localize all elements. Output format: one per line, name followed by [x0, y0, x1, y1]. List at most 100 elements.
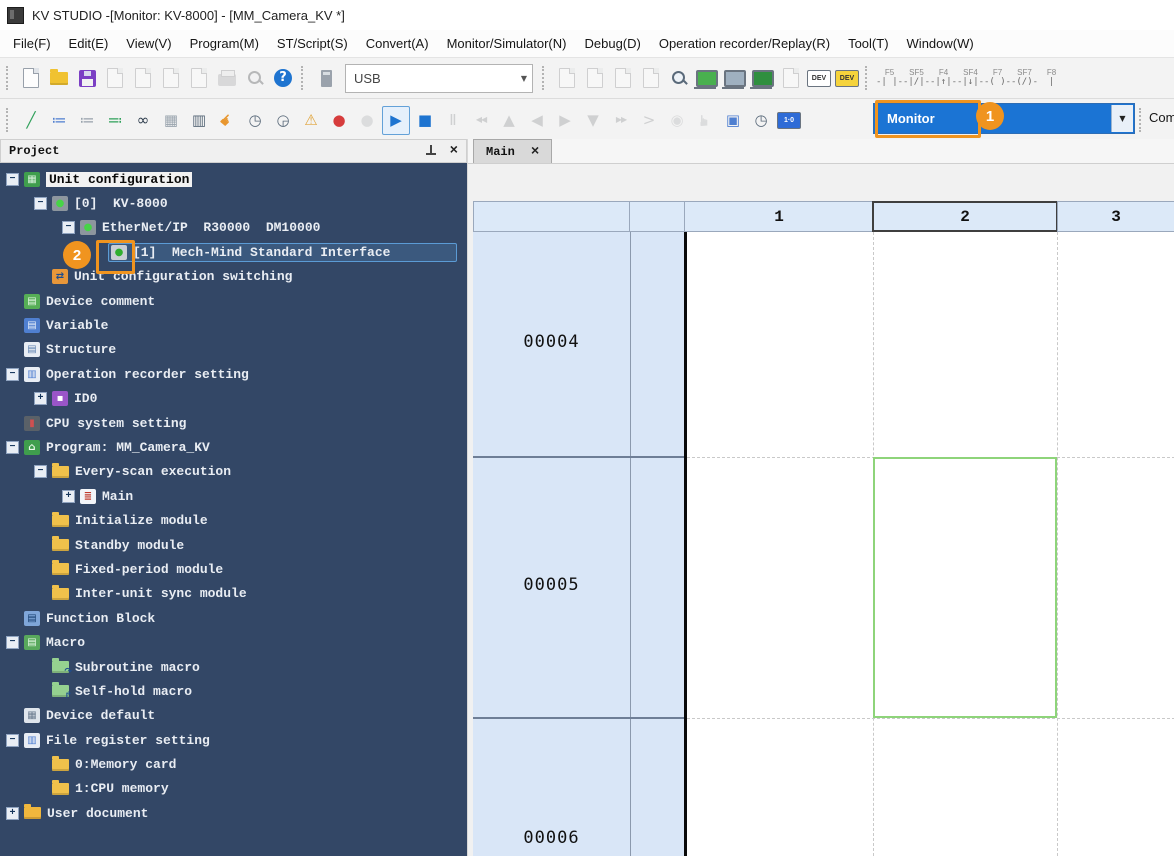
write-to-plc[interactable]	[582, 65, 608, 92]
editor-mode[interactable]	[694, 65, 720, 92]
replay-top[interactable]: ▲	[496, 107, 522, 134]
column-header-3[interactable]: 3	[1057, 201, 1174, 232]
ladder-instruction-f5[interactable]: F5-| |-	[876, 63, 903, 93]
expand-icon[interactable]: +	[34, 392, 47, 405]
device-value-read[interactable]: DEV	[806, 65, 832, 92]
tree-item-memory-card[interactable]: 0:Memory card	[0, 752, 467, 776]
timing-chart[interactable]: 1·0	[776, 107, 802, 134]
replay-rewind[interactable]: ◀◀	[468, 107, 494, 134]
ladder-instruction-f4[interactable]: F4-|↑|-	[930, 63, 957, 93]
menu-program-m[interactable]: Program(M)	[181, 33, 268, 54]
save-as[interactable]	[102, 65, 128, 92]
monitor-cursor[interactable]: ▣	[720, 107, 746, 134]
monitor-view[interactable]: ∞	[130, 107, 156, 134]
transfer-monitor[interactable]	[638, 65, 664, 92]
monitor-alert[interactable]: ⚠	[298, 107, 324, 134]
tree-item-operation-recorder-setting[interactable]: −▥Operation recorder setting	[0, 362, 467, 386]
replay-pause[interactable]: Ⅱ	[440, 107, 466, 134]
tree-item-kv-8000[interactable]: −●[0] KV-8000	[0, 191, 467, 215]
menu-window-w[interactable]: Window(W)	[898, 33, 983, 54]
tree-item-fixed-period-module[interactable]: Fixed-period module	[0, 557, 467, 581]
tree-item-device-comment[interactable]: ▤Device comment	[0, 289, 467, 313]
tree-item-structure[interactable]: ▤Structure	[0, 338, 467, 362]
replay-marker[interactable]: ◉	[664, 107, 690, 134]
tree-item-unit-configuration[interactable]: −▦Unit configuration	[0, 167, 467, 191]
tree-item-macro[interactable]: −▤Macro	[0, 630, 467, 654]
pause-hand[interactable]: ☛	[692, 107, 718, 134]
ladder-edit-mode[interactable]: ╱	[18, 107, 44, 134]
column-header-1[interactable]: 1	[684, 201, 874, 232]
save-project[interactable]	[74, 65, 100, 92]
comment-edit[interactable]: ≕	[102, 107, 128, 134]
tree-item-initialize-module[interactable]: Initialize module	[0, 508, 467, 532]
tree-item-function-block[interactable]: ▤Function Block	[0, 606, 467, 630]
tree-item-every-scan-execution[interactable]: −Every-scan execution	[0, 460, 467, 484]
dropdown-arrow-icon[interactable]: ▼	[521, 74, 527, 83]
replay-bottom[interactable]: ▼	[580, 107, 606, 134]
collapse-icon[interactable]: −	[6, 441, 19, 454]
close-panel-icon[interactable]: ×	[450, 144, 458, 158]
comm-port-dropdown[interactable]: USB▼	[345, 64, 533, 93]
menu-view-v[interactable]: View(V)	[117, 33, 180, 54]
unit-monitor[interactable]: ▥	[186, 107, 212, 134]
menu-st-script-s[interactable]: ST/Script(S)	[268, 33, 357, 54]
menu-debug-d[interactable]: Debug(D)	[575, 33, 649, 54]
tree-item-cpu-system-setting[interactable]: ▮CPU system setting	[0, 411, 467, 435]
new-project[interactable]	[18, 65, 44, 92]
ladder-instruction-f7[interactable]: F7-( )-	[984, 63, 1011, 93]
print-preview[interactable]	[242, 65, 268, 92]
export[interactable]	[186, 65, 212, 92]
tree-item-variable[interactable]: ▤Variable	[0, 313, 467, 337]
device-comment-list[interactable]: ≔	[46, 107, 72, 134]
device-value-write[interactable]: DEV	[834, 65, 860, 92]
tree-item-inter-unit-sync-module[interactable]: Inter-unit sync module	[0, 582, 467, 606]
monitor-mode[interactable]	[666, 65, 692, 92]
tree-item-id0[interactable]: +▪ID0	[0, 387, 467, 411]
rung-number-00005[interactable]: 00005	[473, 575, 630, 595]
collapse-icon[interactable]: −	[6, 636, 19, 649]
dropdown-arrow-icon[interactable]: ▼	[1111, 105, 1133, 132]
touch-operation[interactable]: ☛	[214, 107, 240, 134]
tree-item-subroutine-macro[interactable]: ↷Subroutine macro	[0, 655, 467, 679]
tree-item-ethernet-ip[interactable]: −●EtherNet/IP R30000 DM10000	[0, 216, 467, 240]
watch-log[interactable]: ◶	[270, 107, 296, 134]
read-from-plc[interactable]	[554, 65, 580, 92]
simulator-editor[interactable]	[750, 65, 776, 92]
help[interactable]: ?	[270, 65, 296, 92]
menu-convert-a[interactable]: Convert(A)	[357, 33, 438, 54]
tree-item-self-hold-macro[interactable]: ↱Self-hold macro	[0, 679, 467, 703]
collapse-icon[interactable]: −	[6, 734, 19, 747]
tree-item-cpu-memory[interactable]: 1:CPU memory	[0, 777, 467, 801]
expand-icon[interactable]: +	[62, 490, 75, 503]
column-header-2[interactable]: 2	[872, 201, 1058, 232]
collapse-icon[interactable]: −	[34, 465, 47, 478]
menu-file-f[interactable]: File(F)	[4, 33, 60, 54]
mnemonic-view[interactable]: ▦	[158, 107, 184, 134]
ladder-instruction-sf5[interactable]: SF5-|/|-	[903, 63, 930, 93]
tree-item-main-program[interactable]: +≣Main	[0, 484, 467, 508]
ladder-instruction-sf4[interactable]: SF4-|↓|-	[957, 63, 984, 93]
page-setup[interactable]	[130, 65, 156, 92]
tree-item-user-document[interactable]: +User document	[0, 801, 467, 825]
collapse-icon[interactable]: −	[34, 197, 47, 210]
tree-item-device-default[interactable]: ▦Device default	[0, 704, 467, 728]
tree-item-program-mm-camera-kv[interactable]: −⌂Program: MM_Camera_KV	[0, 435, 467, 459]
scan-time[interactable]: ◷	[748, 107, 774, 134]
ladder-document[interactable]	[778, 65, 804, 92]
record-stop[interactable]: ●	[354, 107, 380, 134]
menu-monitor-simulator-n[interactable]: Monitor/Simulator(N)	[438, 33, 576, 54]
replay-step-back[interactable]: ◀	[524, 107, 550, 134]
column-header-blank[interactable]	[629, 201, 685, 232]
ladder-instruction-f8[interactable]: F8|	[1038, 63, 1065, 93]
replay-fast-forward[interactable]: ▶▶	[608, 107, 634, 134]
import[interactable]	[158, 65, 184, 92]
selected-ladder-cell[interactable]	[873, 457, 1057, 718]
record-start[interactable]: ●	[326, 107, 352, 134]
replay-run-to[interactable]: >	[636, 107, 662, 134]
rung-number-00006[interactable]: 00006	[473, 828, 630, 848]
menu-tool-t[interactable]: Tool(T)	[839, 33, 897, 54]
tab-close-icon[interactable]: ×	[531, 145, 539, 159]
replay-stop[interactable]: ■	[412, 107, 438, 134]
print[interactable]	[214, 65, 240, 92]
column-header-blank[interactable]	[473, 201, 630, 232]
